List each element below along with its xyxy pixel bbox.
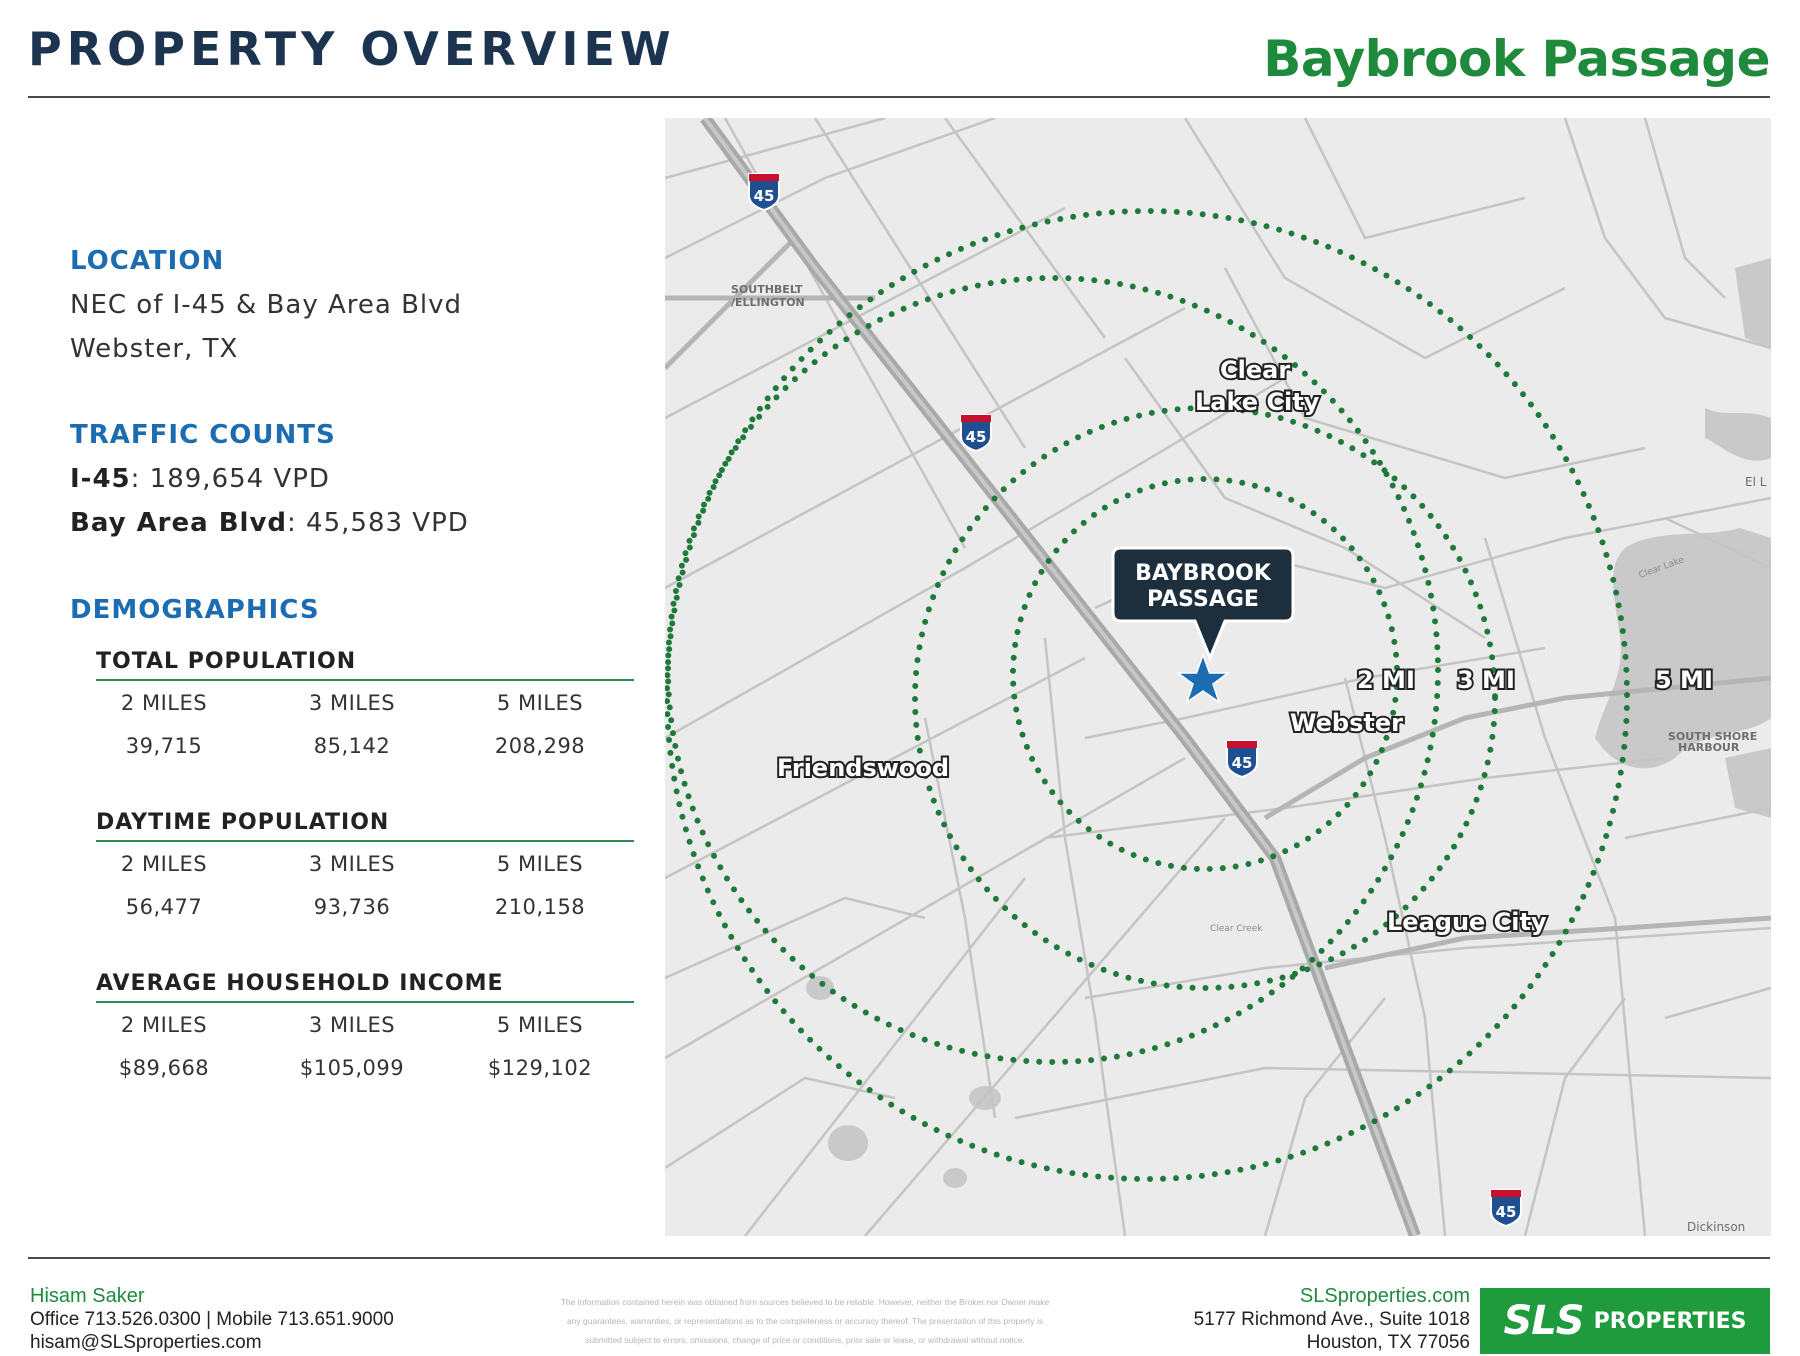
location-address: NEC of I-45 & Bay Area Blvd [70, 290, 463, 320]
demo-value-cell: 56,477 [125, 894, 203, 919]
interstate-shield: 45 [1490, 1189, 1522, 1228]
ring-label-2-mi: 2 MI [1357, 666, 1415, 694]
demo-header-row: 2 MILES 3 MILES 5 MILES [70, 681, 634, 724]
disclaimer-line: submitted subject to errors, omissions, … [585, 1335, 1025, 1345]
demo-value-cell: 39,715 [125, 733, 203, 758]
company-address-line-1: 5177 Richmond Ave., Suite 1018 [1193, 1309, 1470, 1330]
demo-value-cell: 208,298 [494, 733, 586, 758]
page-title: PROPERTY OVERVIEW [28, 22, 676, 76]
label-southbelt: SOUTHBELT [731, 283, 803, 296]
label-webster: Webster [1290, 709, 1403, 737]
traffic-value: : 189,654 VPD [130, 464, 330, 494]
traffic-road: I-45 [70, 464, 131, 494]
traffic-item-i45: I-45: 189,654 VPD [70, 464, 330, 494]
demo-header-cell: 2 MILES [120, 690, 208, 715]
shield-number: 45 [1496, 1203, 1517, 1221]
demo-group-title: DAYTIME POPULATION [96, 810, 390, 835]
label-el-lago: El L [1745, 475, 1767, 489]
location-city: Webster, TX [70, 334, 239, 364]
demo-group-title: TOTAL POPULATION [96, 649, 357, 674]
shield-number: 45 [966, 428, 987, 446]
interstate-shield: 45 [748, 173, 780, 212]
traffic-item-bay-area: Bay Area Blvd: 45,583 VPD [70, 508, 469, 538]
ring-label-3-mi: 3 MI [1457, 666, 1515, 694]
label-league-city: League City [1387, 908, 1547, 936]
demo-value-cell: $89,668 [118, 1055, 210, 1080]
traffic-heading: TRAFFIC COUNTS [70, 420, 336, 450]
legal-disclaimer: The information contained herein was obt… [505, 1293, 1105, 1350]
shield-number: 45 [754, 187, 775, 205]
callout-line-1: BAYBROOK [1135, 561, 1272, 586]
label-ellington: /ELLINGTON [731, 296, 805, 309]
header-divider [28, 96, 1770, 98]
label-lake-city: Lake City [1195, 388, 1320, 416]
traffic-road: Bay Area Blvd [70, 508, 288, 538]
demo-value-row: 56,477 93,736 210,158 [70, 885, 634, 928]
demo-value-cell: 85,142 [313, 733, 391, 758]
demo-header-row: 2 MILES 3 MILES 5 MILES [70, 1003, 634, 1046]
shield-number: 45 [1232, 754, 1253, 772]
sls-properties-logo: SLS PROPERTIES [1480, 1288, 1770, 1354]
ring-label-5-mi: 5 MI [1655, 666, 1713, 694]
demographics-heading: DEMOGRAPHICS [70, 595, 320, 625]
company-website[interactable]: SLSproperties.com [1300, 1285, 1470, 1308]
label-dickinson: Dickinson [1687, 1220, 1745, 1234]
logo-text: PROPERTIES [1593, 1308, 1747, 1334]
location-heading: LOCATION [70, 246, 225, 276]
logo-mark: SLS [1503, 1298, 1584, 1344]
demo-value-cell: 210,158 [494, 894, 586, 919]
demo-value-row: 39,715 85,142 208,298 [70, 724, 634, 767]
demo-value-cell: $129,102 [487, 1055, 593, 1080]
demo-header-cell: 5 MILES [496, 851, 584, 876]
total-population-table: TOTAL POPULATION 2 MILES 3 MILES 5 MILES… [70, 645, 634, 767]
demo-header-cell: 3 MILES [308, 851, 396, 876]
website-link[interactable]: SLSproperties.com [1300, 1285, 1470, 1307]
label-harbour: HARBOUR [1678, 741, 1740, 754]
company-address-line-2: Houston, TX 77056 [1306, 1332, 1470, 1353]
label-clear-creek: Clear Creek [1210, 924, 1263, 934]
disclaimer-line: any guarantees, warranties, or represent… [566, 1316, 1044, 1326]
demo-value-cell: 93,736 [313, 894, 391, 919]
demo-header-cell: 3 MILES [308, 1012, 396, 1037]
footer-divider [28, 1257, 1770, 1259]
agent-phones: Office 713.526.0300 | Mobile 713.651.900… [30, 1309, 394, 1330]
daytime-population-table: DAYTIME POPULATION 2 MILES 3 MILES 5 MIL… [70, 806, 634, 928]
demo-header-cell: 2 MILES [120, 851, 208, 876]
interstate-shield: 45 [960, 414, 992, 453]
demo-header-cell: 5 MILES [496, 690, 584, 715]
demo-value-cell: $105,099 [299, 1055, 405, 1080]
demo-header-cell: 2 MILES [120, 1012, 208, 1037]
demo-header-cell: 3 MILES [308, 690, 396, 715]
callout-line-2: PASSAGE [1147, 587, 1259, 612]
agent-email[interactable]: hisam@SLSproperties.com [30, 1332, 262, 1354]
agent-name: Hisam Saker [30, 1285, 145, 1307]
demo-value-row: $89,668 $105,099 $129,102 [70, 1046, 634, 1089]
interstate-shield: 45 [1226, 740, 1258, 779]
demo-header-cell: 5 MILES [496, 1012, 584, 1037]
radius-map: SOUTHBELT /ELLINGTON SOUTH SHORE HARBOUR… [665, 118, 1771, 1236]
household-income-table: AVERAGE HOUSEHOLD INCOME 2 MILES 3 MILES… [70, 967, 634, 1089]
demo-header-row: 2 MILES 3 MILES 5 MILES [70, 842, 634, 885]
demo-group-title: AVERAGE HOUSEHOLD INCOME [96, 971, 504, 996]
disclaimer-line: The information contained herein was obt… [560, 1297, 1050, 1307]
traffic-value: : 45,583 VPD [287, 508, 469, 538]
label-friendswood: Friendswood [777, 754, 949, 782]
label-clear: Clear [1220, 356, 1290, 384]
property-name: Baybrook Passage [1263, 30, 1770, 88]
